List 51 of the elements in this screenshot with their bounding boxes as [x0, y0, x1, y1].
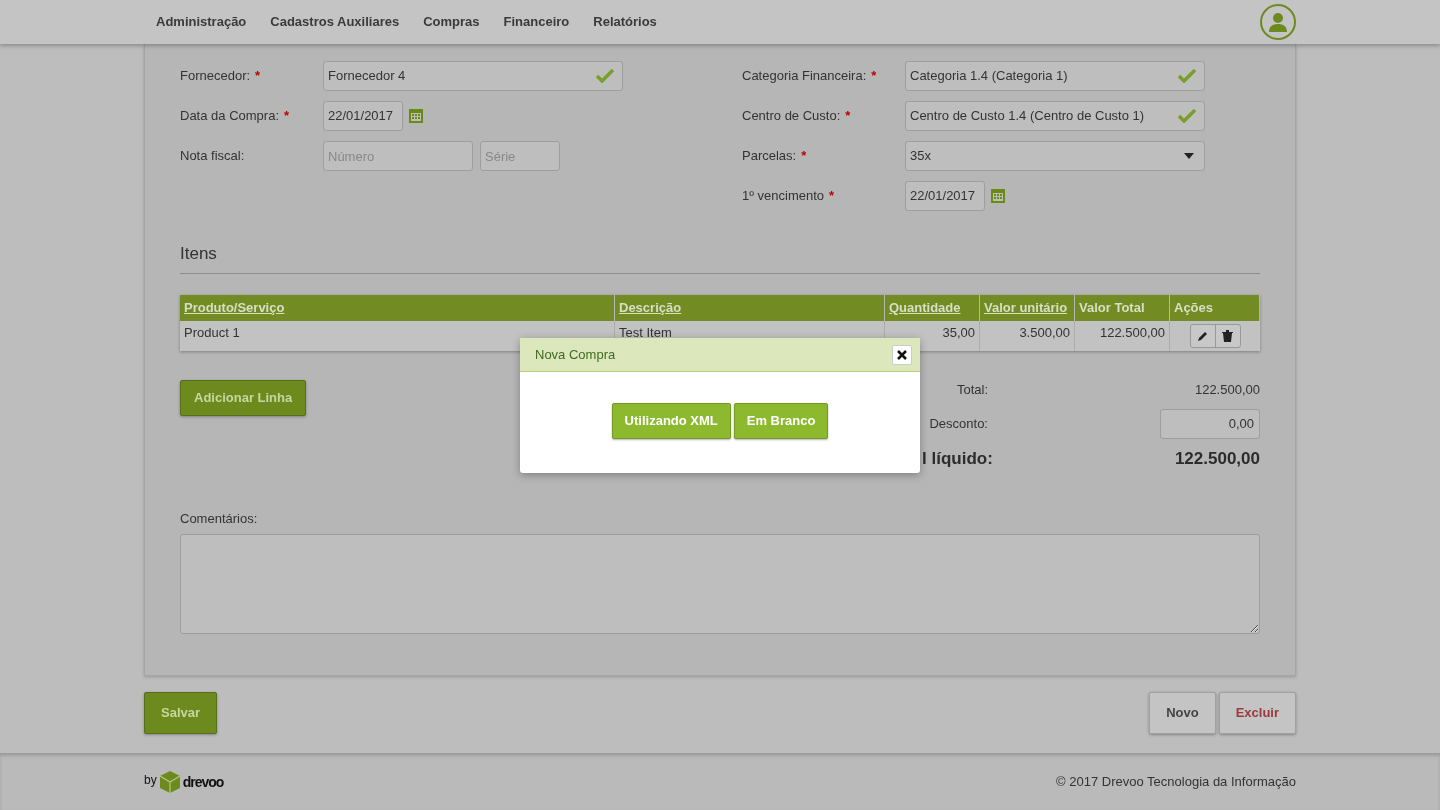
copyright-text: © 2017 Drevoo Tecnologia da Informação: [1056, 773, 1296, 792]
logo-text: drevoo: [182, 773, 224, 792]
nav-link[interactable]: Financeiro: [503, 12, 570, 32]
column-header: Ações: [1170, 294, 1260, 321]
column-header: Valor Total: [1075, 294, 1170, 321]
table-cell: 3.500,00: [980, 320, 1075, 351]
nav-link[interactable]: Administração: [156, 12, 247, 32]
required-mark: *: [845, 107, 851, 126]
nav-link[interactable]: Compras: [423, 12, 480, 32]
field-label: Data da Compra:: [180, 107, 279, 126]
field-label: 1º vencimento: [742, 187, 825, 206]
action-button[interactable]: Excluir: [1218, 692, 1296, 734]
required-mark: *: [801, 147, 807, 166]
total-label: Total:: [955, 380, 988, 399]
trash-icon: [1222, 329, 1233, 342]
caret-icon: [1184, 153, 1194, 159]
user-avatar-icon[interactable]: [1260, 4, 1296, 40]
calendar-icon[interactable]: [408, 108, 424, 124]
select-field[interactable]: 35x: [905, 141, 1205, 171]
section-title: Itens: [180, 241, 1260, 274]
close-button[interactable]: [892, 344, 912, 365]
cube-logo-icon: [159, 771, 180, 793]
field-label: Parcelas:: [742, 147, 797, 166]
required-mark: *: [255, 67, 261, 86]
field-label: Fornecedor:: [180, 67, 251, 86]
comments-label: Comentários:: [180, 509, 259, 528]
pencil-icon: [1196, 329, 1209, 342]
calendar-icon[interactable]: [990, 188, 1006, 204]
action-button[interactable]: Novo: [1149, 692, 1216, 734]
text-field[interactable]: Categoria 1.4 (Categoria 1): [905, 61, 1205, 91]
comments-field[interactable]: [180, 534, 1260, 634]
discount-label: Desconto:: [928, 414, 988, 433]
field-label: Centro de Custo:: [742, 107, 841, 126]
date-field[interactable]: 22/01/2017: [323, 101, 403, 131]
total-value: 122.500,00: [1194, 380, 1260, 399]
required-mark: *: [871, 67, 877, 86]
required-mark: *: [829, 187, 835, 206]
nav-link[interactable]: Cadastros Auxiliares: [270, 12, 400, 32]
net-total-label: l líquido:: [922, 447, 993, 470]
net-total-value: 122.500,00: [1174, 447, 1260, 470]
close-icon: [897, 349, 907, 360]
field-label: Nota fiscal:: [180, 147, 245, 166]
text-field[interactable]: Fornecedor 4: [323, 61, 623, 91]
nav-link[interactable]: Relatórios: [593, 12, 657, 32]
by-text: by: [144, 772, 157, 789]
field-label: Categoria Financeira:: [742, 67, 867, 86]
table-cell: 122.500,00: [1075, 320, 1170, 351]
required-mark: *: [284, 107, 290, 126]
text-field[interactable]: Centro de Custo 1.4 (Centro de Custo 1): [905, 101, 1205, 131]
date-field[interactable]: 22/01/2017: [905, 181, 985, 211]
discount-field[interactable]: 0,00: [1160, 408, 1260, 439]
